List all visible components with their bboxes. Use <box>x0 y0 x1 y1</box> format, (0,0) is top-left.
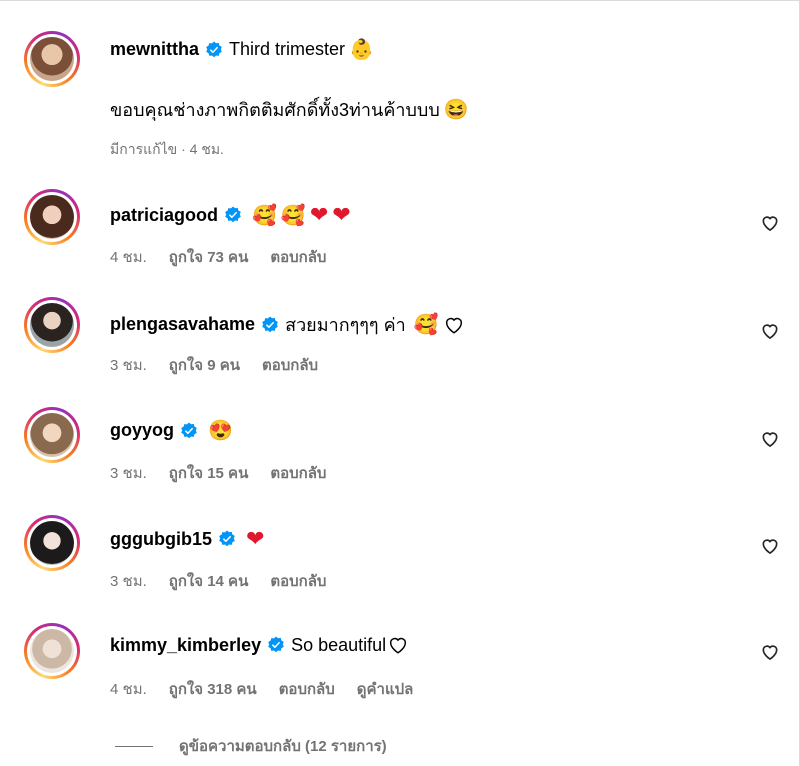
comment-avatar[interactable] <box>24 515 80 571</box>
comment-time[interactable]: 4 ชม. <box>110 245 147 269</box>
comment-time[interactable]: 3 ชม. <box>110 569 147 593</box>
reply-button[interactable]: ตอบกลับ <box>279 677 335 701</box>
comment-time[interactable]: 3 ชม. <box>110 461 147 485</box>
red-heart-icon: ❤ <box>332 202 351 227</box>
likes-count[interactable]: ถูกใจ 73 คน <box>169 245 249 269</box>
likes-count[interactable]: ถูกใจ 9 คน <box>169 353 240 377</box>
verified-badge-icon <box>206 40 222 57</box>
heart-outline-icon[interactable] <box>760 429 780 449</box>
heart-outline-icon[interactable] <box>760 642 780 662</box>
reply-button[interactable]: ตอบกลับ <box>270 245 326 269</box>
comment-time[interactable]: 3 ชม. <box>110 353 147 377</box>
author-avatar[interactable] <box>24 31 80 87</box>
comment-meta: 4 ชม. ถูกใจ 73 คน ตอบกลับ <box>110 245 326 269</box>
comment-avatar[interactable] <box>24 407 80 463</box>
reply-button[interactable]: ตอบกลับ <box>270 569 326 593</box>
comment-avatar[interactable] <box>24 297 80 353</box>
red-heart-icon: ❤ <box>309 202 329 227</box>
comment-username[interactable]: gggubgib15 <box>110 529 212 550</box>
comment-username[interactable]: patriciagood <box>110 205 218 226</box>
replies-divider <box>115 745 153 747</box>
likes-count[interactable]: ถูกใจ 14 คน <box>169 569 249 593</box>
comment-row: gggubgib15 ❤ <box>110 526 264 552</box>
verified-badge-icon <box>219 530 235 547</box>
verified-badge-icon <box>262 315 278 332</box>
translate-button[interactable]: ดูคำแปล <box>357 677 414 701</box>
view-replies-label: ดูข้อความตอบกลับ (12 รายการ) <box>179 738 387 755</box>
smiling-hearts-emoji: 🥰 <box>413 314 439 336</box>
comment-username[interactable]: plengasavahame <box>110 314 255 335</box>
reply-button[interactable]: ตอบกลับ <box>270 461 326 485</box>
red-heart-icon: ❤ <box>246 526 265 551</box>
comment-text: สวยมากๆๆๆ ค่า <box>285 315 406 335</box>
verified-badge-icon <box>268 636 284 653</box>
comment-meta: 3 ชม. ถูกใจ 14 คน ตอบกลับ <box>110 569 326 593</box>
comment-row: goyyog 😍 <box>110 418 233 443</box>
comment-meta: 3 ชม. ถูกใจ 9 คน ตอบกลับ <box>110 353 318 377</box>
heart-outline-icon[interactable] <box>760 213 780 233</box>
caption-body: ขอบคุณช่างภาพกิตติมศักดิ์ทั้ง3ท่านค้าบบบ… <box>110 95 469 124</box>
caption-header: mewnittha Third trimester 👶 <box>110 37 374 62</box>
white-heart-icon <box>445 317 462 334</box>
comment-username[interactable]: kimmy_kimberley <box>110 635 261 656</box>
caption-body-text: ขอบคุณช่างภาพกิตติมศักดิ์ทั้ง3ท่านค้าบบบ <box>110 100 440 120</box>
verified-badge-icon <box>181 421 197 438</box>
comment-avatar[interactable] <box>24 623 80 679</box>
caption-title: Third trimester <box>229 39 346 59</box>
comment-row: kimmy_kimberley So beautiful <box>110 634 409 656</box>
comment-meta: 3 ชม. ถูกใจ 15 คน ตอบกลับ <box>110 461 326 485</box>
smiling-hearts-emoji: 🥰 <box>280 204 306 227</box>
edited-label: มีการแก้ไข · 4 ชม. <box>110 141 224 157</box>
comments-panel: mewnittha Third trimester 👶 ขอบคุณช่างภา… <box>0 0 800 766</box>
likes-count[interactable]: ถูกใจ 318 คน <box>169 677 257 701</box>
comment-username[interactable]: goyyog <box>110 420 174 441</box>
verified-badge-icon <box>225 206 241 223</box>
reply-button[interactable]: ตอบกลับ <box>262 353 318 377</box>
laughing-emoji: 😆 <box>443 99 469 121</box>
view-replies-button[interactable]: ดูข้อความตอบกลับ (12 รายการ) <box>115 734 387 758</box>
comment-text: So beautiful <box>291 634 387 655</box>
comment-row: plengasavahame สวยมากๆๆๆ ค่า 🥰 <box>110 310 465 339</box>
author-username[interactable]: mewnittha <box>110 39 199 60</box>
comment-time[interactable]: 4 ชม. <box>110 677 147 701</box>
smiling-hearts-emoji: 🥰 <box>252 204 277 227</box>
white-heart-icon <box>390 637 407 654</box>
comment-avatar[interactable] <box>24 189 80 245</box>
heart-eyes-emoji: 😍 <box>208 420 233 442</box>
heart-outline-icon[interactable] <box>760 321 780 341</box>
comment-row: patriciagood 🥰 🥰 ❤ ❤ <box>110 202 351 228</box>
baby-emoji: 👶 <box>349 39 374 61</box>
likes-count[interactable]: ถูกใจ 15 คน <box>169 461 249 485</box>
heart-outline-icon[interactable] <box>760 536 780 556</box>
comment-meta: 4 ชม. ถูกใจ 318 คน ตอบกลับ ดูคำแปล <box>110 677 413 701</box>
